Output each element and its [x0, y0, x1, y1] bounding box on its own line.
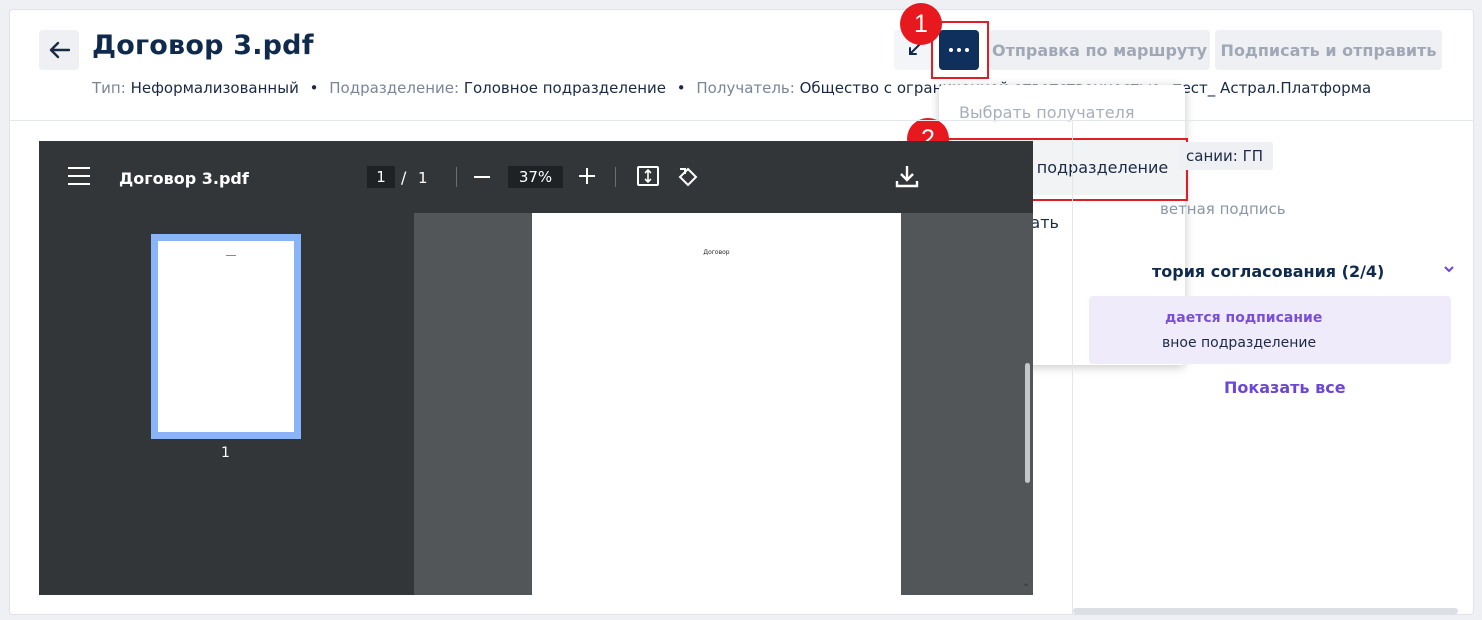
thumbnail-page-number: 1	[221, 445, 230, 461]
approval-status: дается подписание	[1165, 310, 1323, 326]
rotate-icon[interactable]	[676, 165, 700, 189]
viewer-scrollbar[interactable]	[1025, 363, 1030, 483]
pdf-page: Договор	[532, 213, 901, 595]
meta-separator: •	[676, 79, 686, 97]
download-icon[interactable]	[894, 163, 920, 189]
sign-and-send-button[interactable]: Подписать и отправить	[1215, 30, 1442, 70]
total-pages: 1	[418, 169, 428, 187]
department-chip: сании: ГП	[1178, 142, 1273, 170]
thumbnail-sidebar: 1	[39, 213, 414, 595]
recipient-label: Получатель:	[696, 79, 795, 97]
zoom-in-icon[interactable]	[579, 167, 595, 185]
meta-separator: •	[309, 79, 319, 97]
approval-status-card	[1089, 296, 1451, 364]
menu-item-select-recipient[interactable]: Выбрать получателя	[939, 85, 1185, 140]
pdf-file-name: Договор 3.pdf	[119, 169, 249, 188]
page-separator: /	[401, 168, 407, 187]
header-divider	[9, 120, 1474, 121]
pdf-toolbar: Договор 3.pdf 1 / 1 37%	[39, 141, 1033, 213]
arrow-left-icon	[49, 41, 70, 59]
page-thumbnail[interactable]	[151, 234, 301, 439]
thumbnail-text-line	[226, 255, 236, 256]
approval-department: вное подразделение	[1162, 335, 1317, 351]
right-panel-scrollbar[interactable]	[1073, 608, 1458, 614]
type-value: Неформализованный	[130, 79, 299, 97]
page-number-input[interactable]: 1	[367, 166, 395, 188]
zoom-out-icon[interactable]	[474, 176, 490, 178]
menu-icon[interactable]	[68, 167, 90, 185]
right-panel-divider	[1072, 121, 1073, 615]
page-title: Договор 3.pdf	[92, 30, 314, 61]
zoom-input[interactable]: 37%	[508, 166, 563, 188]
document-meta: Тип: Неформализованный • Подразделение: …	[92, 79, 1437, 97]
back-button[interactable]	[39, 30, 79, 70]
step-marker-1: 1	[900, 3, 942, 45]
scroll-down-icon[interactable]: ⌄	[1022, 578, 1030, 589]
approval-history-title[interactable]: тория согласования (2/4)	[1152, 262, 1384, 281]
type-label: Тип:	[92, 79, 126, 97]
pdf-page-heading: Договор	[703, 249, 730, 256]
signature-type: ветная подпись	[1160, 200, 1286, 218]
chevron-down-icon[interactable]	[1442, 262, 1456, 276]
pdf-viewer: Договор 3.pdf 1 / 1 37% 1 Договор ⌄	[39, 141, 1033, 595]
toolbar-divider	[456, 167, 457, 187]
show-all-link[interactable]: Показать все	[1224, 378, 1346, 397]
fit-page-icon[interactable]	[637, 166, 659, 186]
dept-label: Подразделение:	[329, 79, 460, 97]
route-send-button[interactable]: Отправка по маршруту	[989, 30, 1210, 70]
collapse-arrow-icon	[909, 44, 920, 55]
toolbar-divider	[615, 167, 616, 187]
dept-value: Головное подразделение	[463, 79, 666, 97]
